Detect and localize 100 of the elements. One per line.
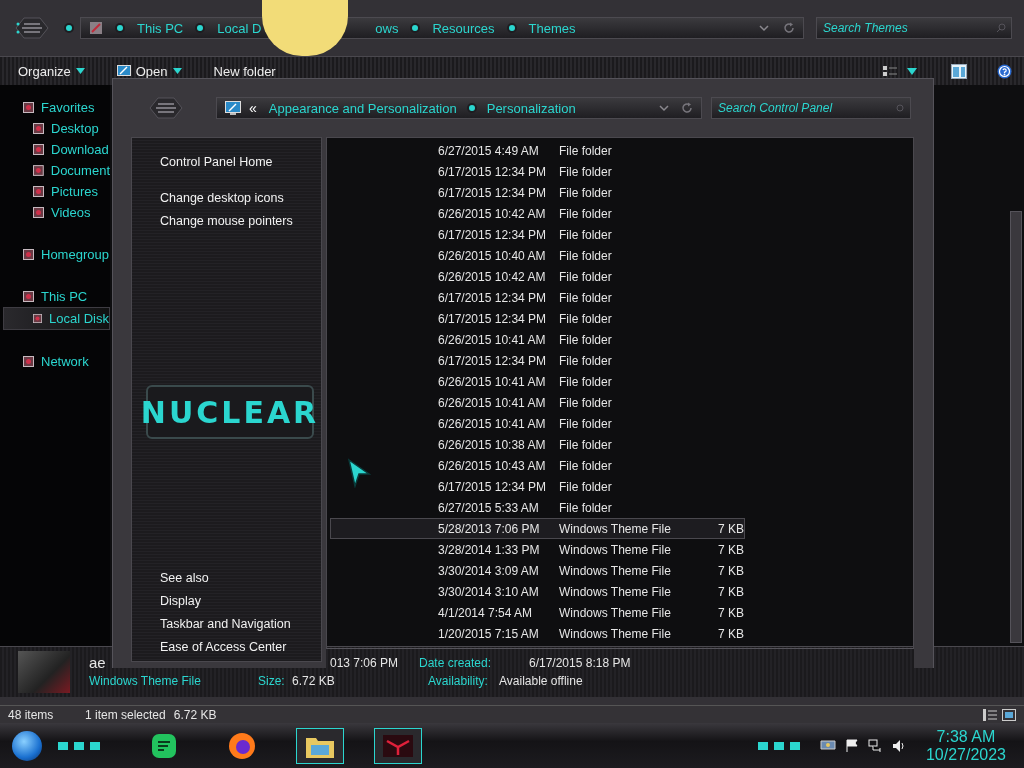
caret-icon[interactable] <box>907 67 917 75</box>
taskbar-app-button[interactable] <box>374 728 422 764</box>
network-icon[interactable] <box>819 739 836 753</box>
file-row[interactable]: 6/17/2015 12:34 PM File folder <box>330 476 745 497</box>
size-label: Size: <box>258 674 286 688</box>
separator-icon <box>412 25 419 31</box>
picture-icon <box>33 313 43 324</box>
search-field[interactable]: Search Control Panel <box>711 97 911 119</box>
nav-item[interactable]: Homegroup <box>0 244 110 265</box>
preview-pane-icon[interactable] <box>951 63 967 79</box>
flag-icon[interactable] <box>845 739 858 753</box>
file-name: ae <box>89 656 107 670</box>
file-row[interactable]: 6/17/2015 12:34 PM File folder <box>330 287 745 308</box>
breadcrumb[interactable]: Personalization <box>486 100 576 116</box>
chevron-down-icon[interactable] <box>759 24 769 32</box>
breadcrumb[interactable]: Appearance and Personalization <box>268 100 457 116</box>
file-type: Windows Theme File <box>89 674 202 688</box>
task-link[interactable]: Change desktop icons <box>160 187 284 210</box>
search-icon <box>996 23 1006 33</box>
scrollbar[interactable] <box>1010 211 1022 643</box>
computer-icon <box>89 21 103 35</box>
nav-item[interactable]: Videos <box>0 202 110 223</box>
file-row[interactable]: 3/28/2014 1:33 PM Windows Theme File 7 KB <box>330 539 745 560</box>
nav-item[interactable]: Desktop <box>0 118 110 139</box>
file-row[interactable]: 6/26/2015 10:41 AM File folder <box>330 392 745 413</box>
file-row[interactable]: 6/26/2015 10:41 AM File folder <box>330 371 745 392</box>
nav-item[interactable]: Favorites <box>0 97 110 118</box>
chevron-down-icon[interactable] <box>659 104 669 112</box>
see-also-link[interactable]: Taskbar and Navigation <box>160 613 291 636</box>
search-icon <box>895 103 905 113</box>
nav-item[interactable]: Network <box>0 351 110 372</box>
speaker-icon[interactable] <box>891 739 906 753</box>
new-folder-button[interactable]: New folder <box>213 63 276 79</box>
file-row[interactable]: 6/26/2015 10:41 AM File folder <box>330 329 745 350</box>
address-bar[interactable]: « Appearance and Personalization Personalization <box>216 97 702 119</box>
file-row[interactable]: 6/26/2015 10:42 AM File folder <box>330 266 745 287</box>
refresh-icon[interactable] <box>783 22 795 34</box>
file-row[interactable]: 4/1/2014 7:54 AM Windows Theme File 7 KB <box>330 602 745 623</box>
tiles-view-icon[interactable] <box>1002 708 1016 721</box>
file-row[interactable]: 6/27/2015 4:49 AM File folder <box>330 140 745 161</box>
file-row[interactable]: 6/17/2015 12:34 PM File folder <box>330 350 745 371</box>
clock-time: 7:38 AM <box>936 728 996 746</box>
file-row[interactable]: 6/26/2015 10:38 AM File folder <box>330 434 745 455</box>
clock[interactable]: 7:38 AM 10/27/2023 <box>925 728 1006 764</box>
search-field[interactable]: Search Themes <box>816 17 1012 39</box>
view-options-icon[interactable] <box>883 66 897 76</box>
item-count: 48 items <box>8 707 55 722</box>
cursor-icon <box>347 458 371 488</box>
open-button[interactable]: Open <box>116 63 182 79</box>
separator-icon <box>508 25 515 31</box>
help-icon[interactable] <box>997 63 1012 79</box>
task-link[interactable]: Control Panel Home <box>160 151 273 174</box>
file-row[interactable]: 6/26/2015 10:41 AM File folder <box>330 413 745 434</box>
monitor-icon <box>116 64 131 78</box>
modified-value: 013 7:06 PM <box>330 656 400 670</box>
file-row[interactable]: 3/30/2014 3:09 AM Windows Theme File 7 KB <box>330 560 745 581</box>
file-row[interactable]: 6/27/2015 5:33 AM File folder <box>330 497 745 518</box>
file-row[interactable]: 6/26/2015 10:42 AM File folder <box>330 203 745 224</box>
picture-icon <box>33 144 44 155</box>
theme-thumbnail <box>18 651 70 693</box>
availability-value: Available offline <box>499 674 583 688</box>
separator-icon <box>197 25 204 31</box>
details-view-icon[interactable] <box>983 708 997 721</box>
picture-icon <box>33 186 44 197</box>
created-value: 6/17/2015 8:18 PM <box>529 656 631 670</box>
size-value: 6.72 KB <box>292 674 336 688</box>
nav-item[interactable]: Pictures <box>0 181 110 202</box>
breadcrumb[interactable]: Local D <box>217 20 262 36</box>
file-row[interactable]: 3/30/2014 3:10 AM Windows Theme File 7 KB <box>330 581 745 602</box>
file-row[interactable]: 6/17/2015 12:34 PM File folder <box>330 182 745 203</box>
see-also-link[interactable]: Display <box>160 590 201 613</box>
file-row[interactable]: 6/26/2015 10:43 AM File folder <box>330 455 745 476</box>
file-row[interactable]: 6/26/2015 10:40 AM File folder <box>330 245 745 266</box>
file-row[interactable]: 5/28/2013 7:06 PM Windows Theme File 7 KB <box>330 518 745 539</box>
theme-app-icon <box>383 735 413 757</box>
organize-button[interactable]: Organize <box>18 63 85 79</box>
monitor-icon <box>225 100 241 116</box>
nav-item[interactable]: Local Disk <box>3 307 110 330</box>
file-row[interactable]: 6/17/2015 12:34 PM File folder <box>330 161 745 182</box>
refresh-icon[interactable] <box>681 102 693 114</box>
file-row[interactable]: 6/17/2015 12:34 PM File folder <box>330 308 745 329</box>
file-row[interactable]: 1/20/2015 7:15 AM Windows Theme File 7 KB <box>330 623 745 644</box>
nav-item[interactable]: Document <box>0 160 110 181</box>
chat-app-icon <box>151 733 177 759</box>
see-also-link[interactable]: Ease of Access Center <box>160 636 287 659</box>
taskbar-app-button[interactable] <box>296 728 344 764</box>
breadcrumb[interactable]: This PC <box>137 20 184 36</box>
picture-icon <box>33 123 44 134</box>
separator-icon <box>468 105 475 111</box>
task-link[interactable]: Change mouse pointers <box>160 210 293 233</box>
nav-item[interactable]: This PC <box>0 286 110 307</box>
file-row[interactable]: 6/17/2015 12:34 PM File folder <box>330 224 745 245</box>
start-button[interactable] <box>12 731 42 761</box>
wired-network-icon[interactable] <box>867 739 882 753</box>
back-chevron[interactable]: « <box>249 100 257 116</box>
nav-item[interactable]: Download <box>0 139 110 160</box>
breadcrumb[interactable]: Resources <box>432 20 495 36</box>
breadcrumb[interactable]: ows <box>375 20 399 36</box>
browser-icon <box>228 732 256 760</box>
breadcrumb[interactable]: Themes <box>528 20 576 36</box>
